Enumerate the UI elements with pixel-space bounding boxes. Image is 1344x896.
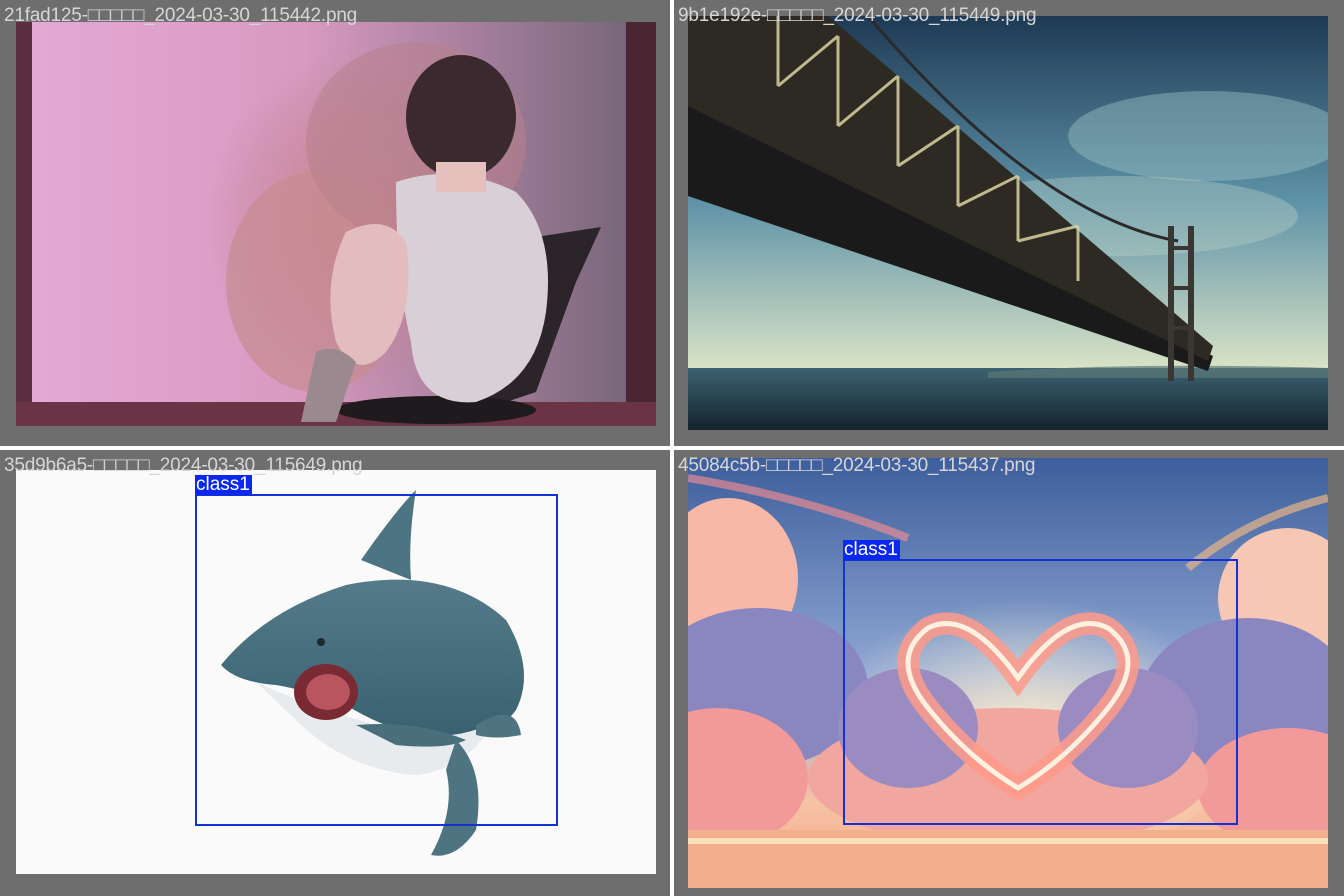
detection-box [195, 494, 558, 826]
image-grid: 21fad125-□□□□□_2024-03-30_115442.png 9b1… [0, 0, 1344, 896]
image-tile[interactable]: 21fad125-□□□□□_2024-03-30_115442.png [0, 0, 670, 446]
filename-label: 35d9b6a5-□□□□□_2024-03-30_115649.png [4, 455, 363, 476]
filename-label: 45084c5b-□□□□□_2024-03-30_115437.png [678, 455, 1036, 476]
filename-label: 21fad125-□□□□□_2024-03-30_115442.png [4, 5, 358, 26]
image-tile[interactable]: 9b1e192e-□□□□□_2024-03-30_115449.png [674, 0, 1344, 446]
filename-label: 9b1e192e-□□□□□_2024-03-30_115449.png [678, 5, 1037, 26]
image-tile[interactable]: class1 45084c5b-□□□□□_2024-03-30_115437.… [674, 450, 1344, 896]
image-tile[interactable]: class1 35d9b6a5-□□□□□_2024-03-30_115649.… [0, 450, 670, 896]
detection-label: class1 [843, 539, 900, 560]
bridge-image [688, 16, 1328, 430]
detection-label: class1 [195, 474, 252, 495]
girl-by-window-image [16, 22, 656, 426]
detection-box [843, 559, 1238, 825]
